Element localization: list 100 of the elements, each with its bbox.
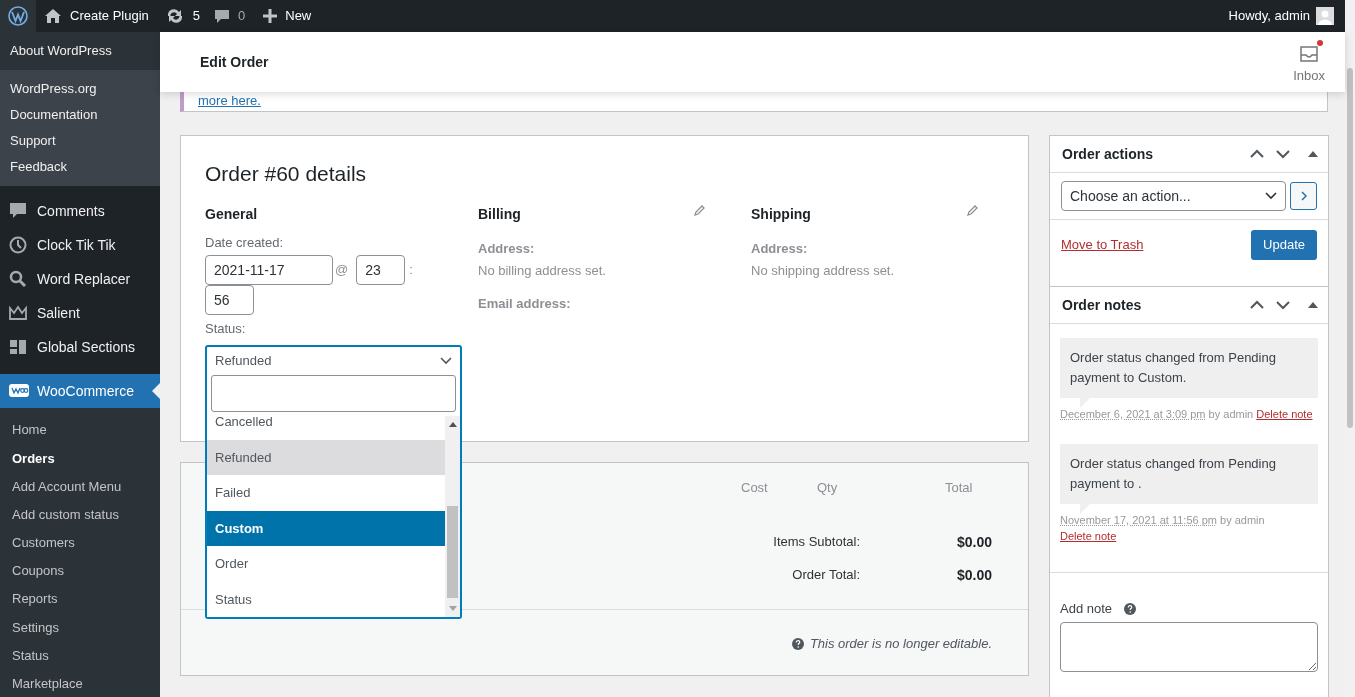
submenu-item[interactable]: Customers <box>0 528 160 557</box>
move-down-button[interactable] <box>1276 149 1290 159</box>
wordpress-logo-icon <box>8 6 28 26</box>
sidebar-item[interactable]: WooCommerce <box>0 374 160 408</box>
note-text: Order status changed from Pending payment to . <box>1070 455 1277 493</box>
apply-button[interactable] <box>1290 182 1317 210</box>
note-meta: November 17, 2021 at 11:56 pm by admin Delete note <box>1060 513 1266 544</box>
clock-icon <box>9 236 29 254</box>
move-up-button[interactable] <box>1250 149 1264 159</box>
column-header: Total <box>945 479 973 497</box>
submenu-item[interactable]: Home <box>0 416 160 445</box>
submenu-item[interactable]: Orders <box>0 444 160 473</box>
flyout-item[interactable]: Feedback <box>0 154 160 180</box>
flyout-item[interactable]: Documentation <box>0 102 160 128</box>
submenu-item[interactable]: Add custom status <box>0 500 160 529</box>
not-editable-note: This order is no longer editable. <box>809 635 992 653</box>
crown-icon <box>9 304 29 322</box>
note-text: Order status changed from Pending payment to Custom. <box>1070 349 1277 387</box>
inbox-button[interactable]: Inbox <box>1289 38 1329 86</box>
panel-title: Order actions <box>1062 144 1154 164</box>
pencil-icon <box>966 205 978 217</box>
order-title: Order #60 details <box>205 161 368 187</box>
move-up-button[interactable] <box>1250 300 1264 310</box>
field-label: Address: <box>751 239 809 258</box>
inbox-icon <box>1299 44 1320 65</box>
delete-note-link[interactable]: Delete note <box>1060 530 1117 542</box>
site-link[interactable]: Create Plugin <box>44 0 149 32</box>
panel-title: Order notes <box>1062 295 1142 315</box>
section-heading: Shipping <box>751 204 811 224</box>
sidebar-item[interactable]: Clock Tik Tik <box>0 228 160 262</box>
chevron-up-icon <box>1250 300 1264 310</box>
new-link[interactable]: New <box>263 0 312 32</box>
avatar-icon <box>1316 7 1334 25</box>
sidebar-item[interactable]: Global Sections <box>0 330 160 364</box>
page-title: Edit Order <box>200 52 269 72</box>
trash-link[interactable]: Move to Trash <box>1061 235 1144 255</box>
speech-bubble-icon <box>9 202 29 220</box>
flyout-item[interactable]: WordPress.org <box>0 76 160 102</box>
page-scrollbar-thumb[interactable] <box>1347 68 1353 428</box>
sidebar-item[interactable]: Salient <box>0 296 160 330</box>
status-option[interactable]: Custom <box>207 510 445 547</box>
pointer-arrow-icon <box>152 383 160 399</box>
edit-button[interactable] <box>693 205 705 217</box>
status-select[interactable]: Refunded <box>207 347 460 375</box>
note-meta: December 6, 2021 at 3:09 pm by admin Delete note <box>1060 407 1314 422</box>
triangle-up-icon <box>1308 151 1318 157</box>
help-icon <box>791 637 804 650</box>
speech-bubble-icon <box>214 8 230 24</box>
edit-button[interactable] <box>966 205 978 217</box>
more-link[interactable]: more here. <box>198 94 261 108</box>
chevron-up-icon <box>1250 149 1264 159</box>
comments-link[interactable]: 0 <box>214 0 246 32</box>
submenu-item[interactable]: Add Account Menu <box>0 472 160 501</box>
plus-icon <box>263 9 278 23</box>
delete-note-link[interactable]: Delete note <box>1256 408 1313 420</box>
woo-logo-icon <box>9 382 29 400</box>
colon-separator: : <box>409 261 413 280</box>
chevron-down-icon <box>440 357 452 365</box>
update-button[interactable]: Update <box>1251 230 1317 260</box>
scroll-up-arrow-icon <box>448 422 457 427</box>
section-heading: General <box>205 204 259 224</box>
date-field[interactable]: 2021-11-17 <box>205 255 333 285</box>
triangle-up-icon <box>1308 302 1318 308</box>
submenu-item[interactable]: Status <box>0 641 160 670</box>
flyout-item[interactable]: Support <box>0 128 160 154</box>
collapse-button[interactable] <box>1308 302 1318 308</box>
updates-link[interactable]: 5 <box>164 0 200 32</box>
field-label: Address: <box>478 239 536 258</box>
home-icon <box>44 8 62 24</box>
submenu-item[interactable]: Reports <box>0 585 160 614</box>
magnifier-icon <box>9 270 29 288</box>
submenu-item[interactable]: Coupons <box>0 556 160 586</box>
note-field[interactable] <box>1060 621 1318 672</box>
status-option[interactable]: Refunded <box>207 439 445 476</box>
at-sign: @ <box>335 261 349 280</box>
account-link[interactable]: Howdy, admin <box>1228 0 1334 32</box>
sidebar-item[interactable]: Comments <box>0 194 160 228</box>
collapse-button[interactable] <box>1308 151 1318 157</box>
submenu-item[interactable]: Settings <box>0 613 160 642</box>
field-label: Status: <box>205 320 247 338</box>
help-icon <box>1124 602 1137 615</box>
total-label: Order Total: <box>791 566 860 584</box>
submenu-item[interactable]: Marketplace <box>0 669 160 697</box>
move-down-button[interactable] <box>1276 300 1290 310</box>
action-select[interactable]: Choose an action... <box>1061 181 1286 211</box>
dropdown-scrollbar-thumb[interactable] <box>447 506 458 598</box>
flyout-item[interactable]: About WordPress <box>0 32 160 70</box>
sidebar-item[interactable]: Word Replacer <box>0 262 160 296</box>
column-header: Qty <box>817 479 838 497</box>
field-label: Date created: <box>205 233 285 252</box>
total-value: $0.00 <box>955 566 992 585</box>
chevron-down-icon <box>1276 300 1290 310</box>
field-label: Add note <box>1060 600 1113 618</box>
total-label: Items Subtotal: <box>772 533 860 551</box>
pencil-icon <box>693 205 705 217</box>
chevron-down-icon <box>1265 192 1277 200</box>
hour-field[interactable]: 23 <box>356 255 406 285</box>
address-text: No billing address set. <box>478 262 607 280</box>
status-search-field[interactable] <box>211 375 456 412</box>
minute-field[interactable]: 56 <box>205 285 254 315</box>
